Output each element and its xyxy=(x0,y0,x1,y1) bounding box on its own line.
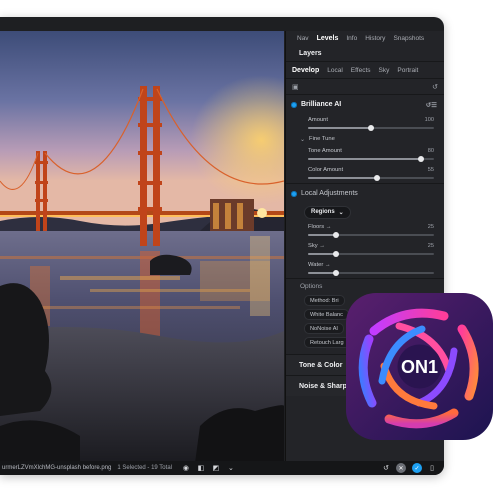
option-nonoise-ai[interactable]: NoNoise AI xyxy=(304,323,344,334)
chevron-down-icon: ⌄ xyxy=(300,136,306,143)
sky-value: 25 xyxy=(427,243,434,249)
floors-value: 25 xyxy=(427,224,434,230)
sky-slider[interactable] xyxy=(308,251,434,257)
arrow-icon: → xyxy=(325,224,332,230)
section-menu-icon[interactable]: ↺☰ xyxy=(426,101,437,109)
tab-portrait[interactable]: Portrait xyxy=(397,67,418,74)
bridge-photo xyxy=(0,31,284,463)
selection-count: 1 Selected - 19 Total xyxy=(117,465,172,471)
floors-label: Floors xyxy=(308,224,325,230)
regions-label: Regions xyxy=(311,209,335,215)
water-slider-row: Water → xyxy=(286,259,444,278)
floors-slider-row: Floors → 25 xyxy=(286,221,444,240)
screenshot-stage: Nav Levels Info History Snapshots Layers… xyxy=(0,0,495,489)
tone-amount-slider[interactable] xyxy=(308,156,434,162)
amount-slider[interactable] xyxy=(308,125,434,131)
apply-button[interactable]: ✓ xyxy=(412,463,422,473)
arrow-icon: → xyxy=(319,243,326,249)
tab-snapshots[interactable]: Snapshots xyxy=(389,35,428,42)
local-adjustments-header[interactable]: Local Adjustments xyxy=(286,183,444,203)
chevron-down-icon: ⌄ xyxy=(338,209,344,216)
water-label: Water xyxy=(308,262,324,268)
arrow-icon: → xyxy=(324,262,331,268)
chevron-down-icon[interactable]: ⌄ xyxy=(227,465,235,472)
tab-levels[interactable]: Levels xyxy=(313,35,343,42)
layers-header[interactable]: Layers xyxy=(286,45,444,62)
fine-tune-header[interactable]: ⌄ Fine Tune xyxy=(286,133,444,145)
reset-icon[interactable]: ↺ xyxy=(432,83,438,91)
option-method[interactable]: Method: Bri xyxy=(304,295,345,306)
water-slider[interactable] xyxy=(308,270,434,276)
section-toggle-icon[interactable] xyxy=(291,190,297,197)
tab-effects[interactable]: Effects xyxy=(351,67,371,74)
color-amount-slider[interactable] xyxy=(308,175,434,181)
slider-knob[interactable] xyxy=(332,251,339,257)
color-amount-label: Color Amount xyxy=(308,167,344,173)
option-retouch-large[interactable]: Retouch Larg xyxy=(304,337,350,348)
color-amount-value: 55 xyxy=(427,167,434,173)
floors-slider[interactable] xyxy=(308,232,434,238)
undo-icon[interactable]: ↺ xyxy=(382,465,390,472)
amount-label: Amount xyxy=(308,117,328,123)
on1-logo-mark: ON1 xyxy=(401,357,438,377)
regions-row: Regions ⌄ xyxy=(286,203,444,221)
on1-app-logo: ON1 xyxy=(346,293,493,440)
panel-toggle-icon[interactable]: ▯ xyxy=(428,465,436,472)
slider-knob[interactable] xyxy=(368,125,374,131)
panel-tool-row: ▣ ↺ xyxy=(286,79,444,94)
tab-history[interactable]: History xyxy=(361,35,389,42)
amount-value: 100 xyxy=(424,117,434,123)
tone-amount-slider-row: Tone Amount 80 xyxy=(286,145,444,164)
tab-sky[interactable]: Sky xyxy=(379,67,390,74)
tab-develop[interactable]: Develop xyxy=(292,67,319,74)
tone-amount-label: Tone Amount xyxy=(308,148,342,154)
preset-icon[interactable]: ▣ xyxy=(292,83,299,91)
top-tabs: Nav Levels Info History Snapshots xyxy=(286,31,444,45)
split-view-icon[interactable]: ◩ xyxy=(212,465,220,472)
brilliance-section-header[interactable]: Brilliance AI ↺☰ xyxy=(286,94,444,114)
cancel-button[interactable]: ✕ xyxy=(396,463,406,473)
section-toggle-icon[interactable] xyxy=(291,101,297,108)
tab-nav[interactable]: Nav xyxy=(293,35,313,42)
filename-label: urmerLZVmXlchMG-unsplash before.png xyxy=(2,465,112,471)
photo-viewer[interactable] xyxy=(0,31,284,463)
brilliance-title: Brilliance AI xyxy=(301,101,342,108)
slider-knob[interactable] xyxy=(374,175,381,181)
sub-tabs: Develop Local Effects Sky Portrait xyxy=(286,62,444,79)
color-amount-slider-row: Color Amount 55 xyxy=(286,164,444,183)
tab-local[interactable]: Local xyxy=(327,67,343,74)
tab-info[interactable]: Info xyxy=(342,35,361,42)
slider-knob[interactable] xyxy=(418,156,425,162)
eye-icon[interactable]: ◉ xyxy=(182,465,190,472)
fine-tune-label: Fine Tune xyxy=(309,136,335,142)
compare-icon[interactable]: ◧ xyxy=(197,465,205,472)
option-white-balance[interactable]: White Balanc xyxy=(304,309,349,320)
tone-amount-value: 80 xyxy=(427,148,434,154)
local-adjustments-title: Local Adjustments xyxy=(301,190,358,197)
amount-slider-row: Amount 100 xyxy=(286,114,444,133)
sky-slider-row: Sky → 25 xyxy=(286,240,444,259)
regions-dropdown[interactable]: Regions ⌄ xyxy=(304,205,351,219)
sky-label: Sky xyxy=(308,243,318,249)
slider-knob[interactable] xyxy=(332,232,339,238)
slider-knob[interactable] xyxy=(332,270,339,276)
status-bar: urmerLZVmXlchMG-unsplash before.png 1 Se… xyxy=(0,461,444,475)
